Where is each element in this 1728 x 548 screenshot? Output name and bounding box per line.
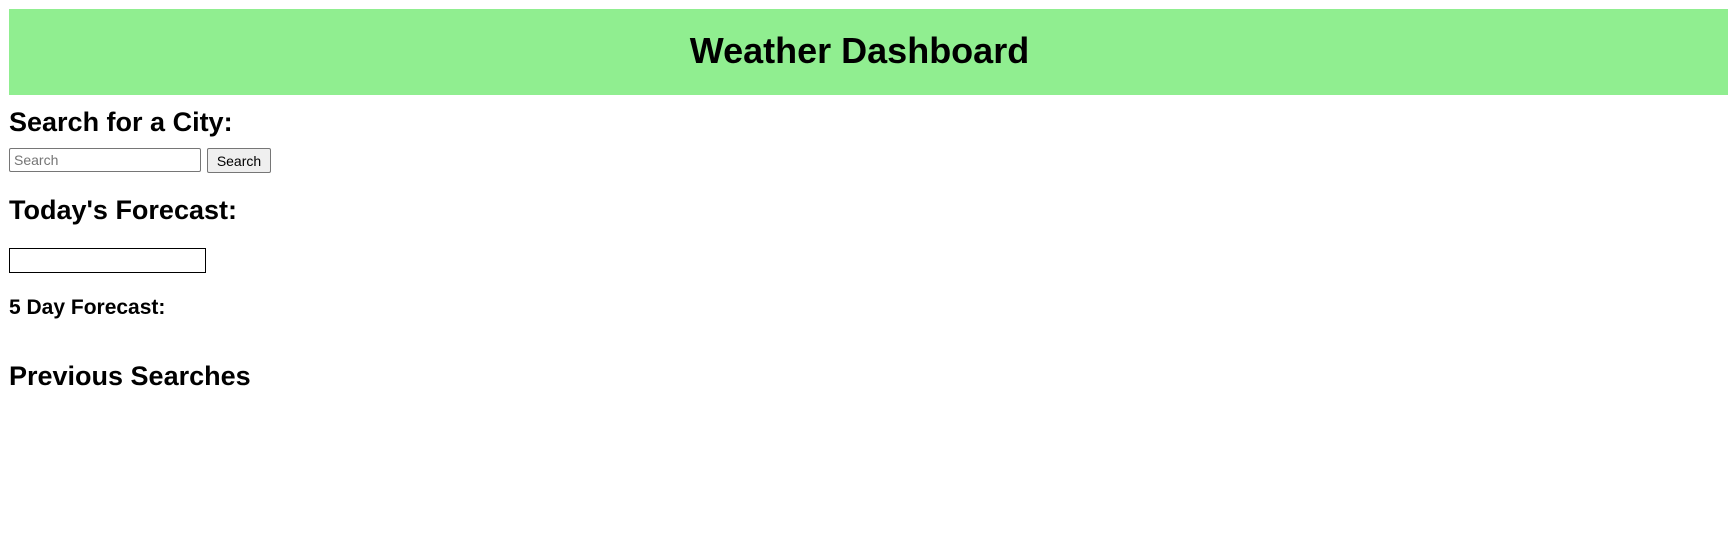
page-header: Weather Dashboard: [9, 9, 1728, 95]
todays-forecast-heading: Today's Forecast:: [9, 195, 237, 225]
previous-searches-heading: Previous Searches: [9, 361, 251, 391]
search-heading: Search for a City:: [9, 107, 233, 137]
five-day-forecast-heading: 5 Day Forecast:: [9, 296, 166, 319]
search-button[interactable]: Search: [207, 148, 271, 173]
todays-forecast-box: [9, 248, 206, 273]
page: Weather Dashboard Search for a City: Sea…: [0, 0, 1728, 548]
search-input[interactable]: [9, 148, 201, 172]
page-title: Weather Dashboard: [689, 30, 1030, 71]
